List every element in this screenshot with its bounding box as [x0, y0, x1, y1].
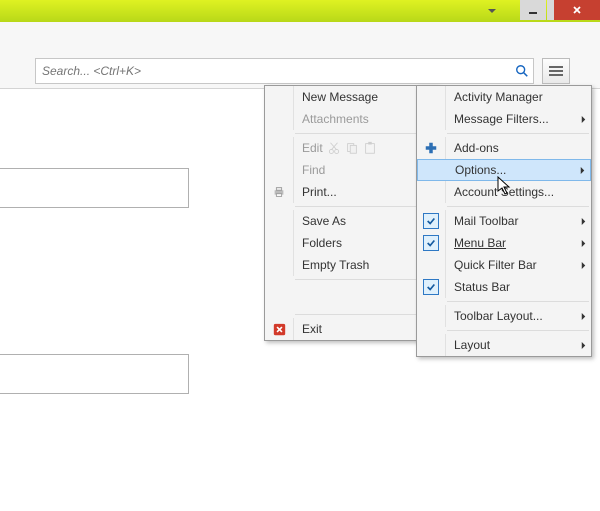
submenu-arrow-icon	[575, 313, 591, 320]
menu-label: Add-ons	[446, 141, 575, 155]
menu-item-toolbar-layout[interactable]: Toolbar Layout...	[417, 305, 591, 327]
print-icon	[265, 181, 294, 203]
menu-separator	[447, 206, 589, 207]
menu-label: Print...	[294, 185, 421, 199]
menu-label: Activity Manager	[446, 90, 575, 104]
menu-label: Save As	[294, 214, 421, 228]
menu-label: Edit	[294, 141, 323, 155]
app-menu: New Message Attachments Edit Find Print.…	[264, 85, 438, 341]
menu-separator	[295, 133, 435, 134]
menu-label: Menu Bar	[446, 236, 575, 250]
menu-spacer	[265, 283, 437, 311]
submenu-arrow-icon	[575, 240, 591, 247]
menu-item-empty-trash[interactable]: Empty Trash	[265, 254, 437, 276]
menu-separator	[295, 279, 435, 280]
submenu-arrow-icon	[575, 218, 591, 225]
menu-label: Toolbar Layout...	[446, 309, 575, 323]
menu-label: Attachments	[294, 112, 421, 126]
minimize-button[interactable]	[520, 0, 546, 20]
submenu-arrow-icon	[575, 342, 591, 349]
menu-label: Quick Filter Bar	[446, 258, 575, 272]
cut-icon	[327, 141, 341, 155]
menu-item-mail-toolbar[interactable]: Mail Toolbar	[417, 210, 591, 232]
title-bar	[0, 0, 600, 22]
menu-separator	[447, 330, 589, 331]
menu-item-attachments: Attachments	[265, 108, 437, 130]
menu-label: Exit	[294, 322, 421, 336]
paste-icon	[363, 141, 377, 155]
menu-label: Account Settings...	[446, 185, 575, 199]
edit-icons	[327, 141, 377, 155]
menu-label: Folders	[294, 236, 421, 250]
menu-item-quick-filter-bar[interactable]: Quick Filter Bar	[417, 254, 591, 276]
submenu-arrow-icon	[575, 116, 591, 123]
menu-item-account-settings[interactable]: Account Settings...	[417, 181, 591, 203]
menu-item-folders[interactable]: Folders	[265, 232, 437, 254]
menu-item-exit[interactable]: Exit	[265, 318, 437, 340]
menu-item-find: Find	[265, 159, 437, 181]
menu-item-addons[interactable]: Add-ons	[417, 137, 591, 159]
submenu-arrow-icon	[574, 167, 590, 174]
checked-icon	[423, 235, 439, 251]
menu-item-save-as[interactable]: Save As	[265, 210, 437, 232]
menu-label: Message Filters...	[446, 112, 575, 126]
menu-label: New Message	[294, 90, 421, 104]
copy-icon	[345, 141, 359, 155]
app-menu-button[interactable]	[542, 58, 570, 84]
exit-icon	[265, 318, 294, 340]
close-button[interactable]	[554, 0, 600, 20]
menu-separator	[447, 301, 589, 302]
options-submenu: Activity Manager Message Filters... Add-…	[416, 85, 592, 357]
menu-label: Options...	[447, 163, 574, 177]
menu-label: Status Bar	[446, 280, 575, 294]
menu-label: Layout	[446, 338, 575, 352]
checked-icon	[423, 213, 439, 229]
submenu-arrow-icon	[575, 262, 591, 269]
menu-item-activity-manager[interactable]: Activity Manager	[417, 86, 591, 108]
menu-separator	[295, 314, 435, 315]
menu-item-options[interactable]: Options...	[417, 159, 591, 181]
menu-label: Empty Trash	[294, 258, 421, 272]
addons-icon	[417, 137, 446, 159]
menu-item-status-bar[interactable]: Status Bar	[417, 276, 591, 298]
search-icon[interactable]	[511, 64, 533, 78]
menu-separator	[295, 206, 435, 207]
hamburger-icon	[549, 66, 563, 76]
menu-separator	[447, 133, 589, 134]
search-box[interactable]	[35, 58, 534, 84]
content-box	[0, 354, 189, 394]
search-input[interactable]	[36, 64, 511, 78]
checked-icon	[423, 279, 439, 295]
content-box	[0, 168, 189, 208]
menu-label: Mail Toolbar	[446, 214, 575, 228]
menu-label: Find	[294, 163, 421, 177]
titlebar-dropdown-icon[interactable]	[484, 3, 500, 19]
menu-item-message-filters[interactable]: Message Filters...	[417, 108, 591, 130]
menu-item-edit: Edit	[265, 137, 437, 159]
menu-item-print[interactable]: Print...	[265, 181, 437, 203]
menu-item-layout[interactable]: Layout	[417, 334, 591, 356]
menu-item-menu-bar[interactable]: Menu Bar	[417, 232, 591, 254]
menu-item-new-message[interactable]: New Message	[265, 86, 437, 108]
